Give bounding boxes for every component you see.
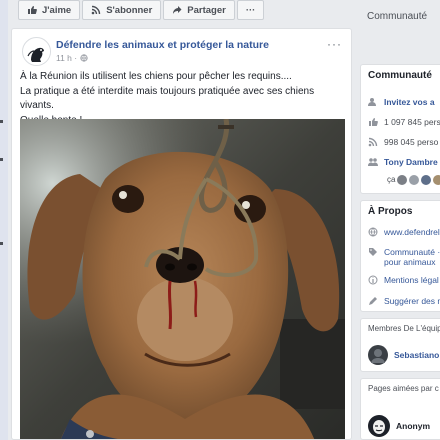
friend-avatars: ça (387, 175, 440, 185)
globe-icon (368, 227, 378, 237)
thumbs-up-icon (369, 118, 378, 126)
friend-avatar[interactable] (397, 175, 408, 185)
subscribe-button[interactable]: S'abonner (82, 0, 162, 20)
like-page-label: J'aime (42, 4, 72, 16)
globe-icon (80, 54, 88, 62)
share-page-button[interactable]: Partager (163, 0, 235, 20)
likes-count: 1 097 845 pers (384, 117, 440, 127)
post-timestamp[interactable]: 11 h · (56, 53, 77, 63)
left-edge-strip (0, 0, 8, 440)
people-plus-icon (368, 98, 376, 106)
anonymous-mask-avatar (368, 415, 390, 437)
rss-icon (368, 137, 378, 147)
edge-marker (0, 120, 3, 123)
friend-name-link[interactable]: Tony Dambre (384, 157, 438, 167)
liked-pages-title: Pages aimées par c (368, 384, 439, 393)
like-page-button[interactable]: J'aime (18, 0, 81, 20)
suggest-edits-link: Suggérer des m (384, 296, 440, 306)
friend-avatar[interactable] (409, 175, 420, 185)
tag-icon (369, 248, 377, 256)
page-action-bar: J'aime S'abonner Partager ··· (18, 0, 265, 20)
category-row: Communauté · pour animaux (368, 247, 440, 267)
info-icon (368, 275, 378, 285)
category-link-2[interactable]: pour animaux (384, 257, 440, 267)
suggest-edits-row[interactable]: Suggérer des m (368, 296, 440, 306)
community-card: Communauté Invitez vos a 1 097 845 pers … (360, 64, 440, 194)
community-title: Communauté (368, 70, 432, 81)
invite-friends-row[interactable]: Invitez vos a (368, 97, 435, 107)
followers-count: 998 045 perso (384, 137, 439, 147)
post-text-line: La pratique a été interdite mais toujour… (20, 85, 315, 112)
team-members-card: Membres De L'équipe Sebastiano (360, 318, 440, 372)
team-members-title: Membres De L'équipe (368, 324, 440, 333)
friend-avatar[interactable] (433, 175, 440, 185)
invite-friends-link: Invitez vos a (384, 97, 435, 107)
edge-marker (0, 158, 3, 161)
post-menu-icon[interactable]: ··· (327, 37, 342, 51)
likes-count-row: 1 097 845 pers (368, 117, 440, 127)
share-arrow-icon (173, 6, 182, 14)
page-logo-icon (24, 39, 50, 65)
post-photo[interactable] (20, 119, 345, 439)
website-row[interactable]: www.defendrel (368, 227, 440, 237)
post-card: Défendre les animaux et protéger la natu… (11, 28, 352, 440)
about-card: À Propos www.defendrel Communauté · pour… (360, 200, 440, 312)
about-title: À Propos (368, 206, 413, 217)
friend-avatar[interactable] (421, 175, 432, 185)
liked-page-row[interactable]: Anonym (368, 415, 430, 437)
member-avatar (368, 345, 388, 365)
friends-like-row: Tony Dambre (368, 157, 438, 167)
friend-suffix: ça (387, 175, 396, 184)
category-link[interactable]: Communauté · (384, 247, 440, 257)
community-tab-link[interactable]: Communauté (367, 11, 427, 22)
page-avatar[interactable] (22, 37, 51, 66)
liked-pages-card: Pages aimées par c Anonym (360, 378, 440, 440)
post-header: Défendre les animaux et protéger la natu… (22, 37, 342, 67)
share-page-label: Partager (187, 4, 226, 16)
legal-row[interactable]: Mentions légal (368, 275, 439, 285)
friends-icon (368, 158, 378, 166)
dog-photo-icon (20, 119, 345, 439)
liked-page-name: Anonym (396, 421, 430, 431)
team-member-name: Sebastiano (394, 350, 440, 360)
more-options-button[interactable]: ··· (236, 0, 265, 20)
team-member-row[interactable]: Sebastiano (368, 345, 439, 365)
followers-count-row: 998 045 perso (368, 137, 438, 147)
post-text-line: À la Réunion ils utilisent les chiens po… (20, 71, 292, 82)
thumbs-up-icon (28, 6, 37, 14)
post-meta: 11 h · (56, 53, 88, 63)
legal-link: Mentions légal (384, 275, 439, 285)
post-author-link[interactable]: Défendre les animaux et protéger la natu… (56, 39, 269, 51)
rss-icon (91, 5, 101, 15)
more-options-label: ··· (245, 4, 256, 16)
subscribe-label: S'abonner (106, 4, 153, 16)
right-sidebar: Communauté Communauté Invitez vos a 1 09… (360, 0, 440, 440)
pencil-icon (369, 297, 377, 305)
website-link: www.defendrel (384, 227, 440, 237)
edge-marker (0, 242, 3, 245)
